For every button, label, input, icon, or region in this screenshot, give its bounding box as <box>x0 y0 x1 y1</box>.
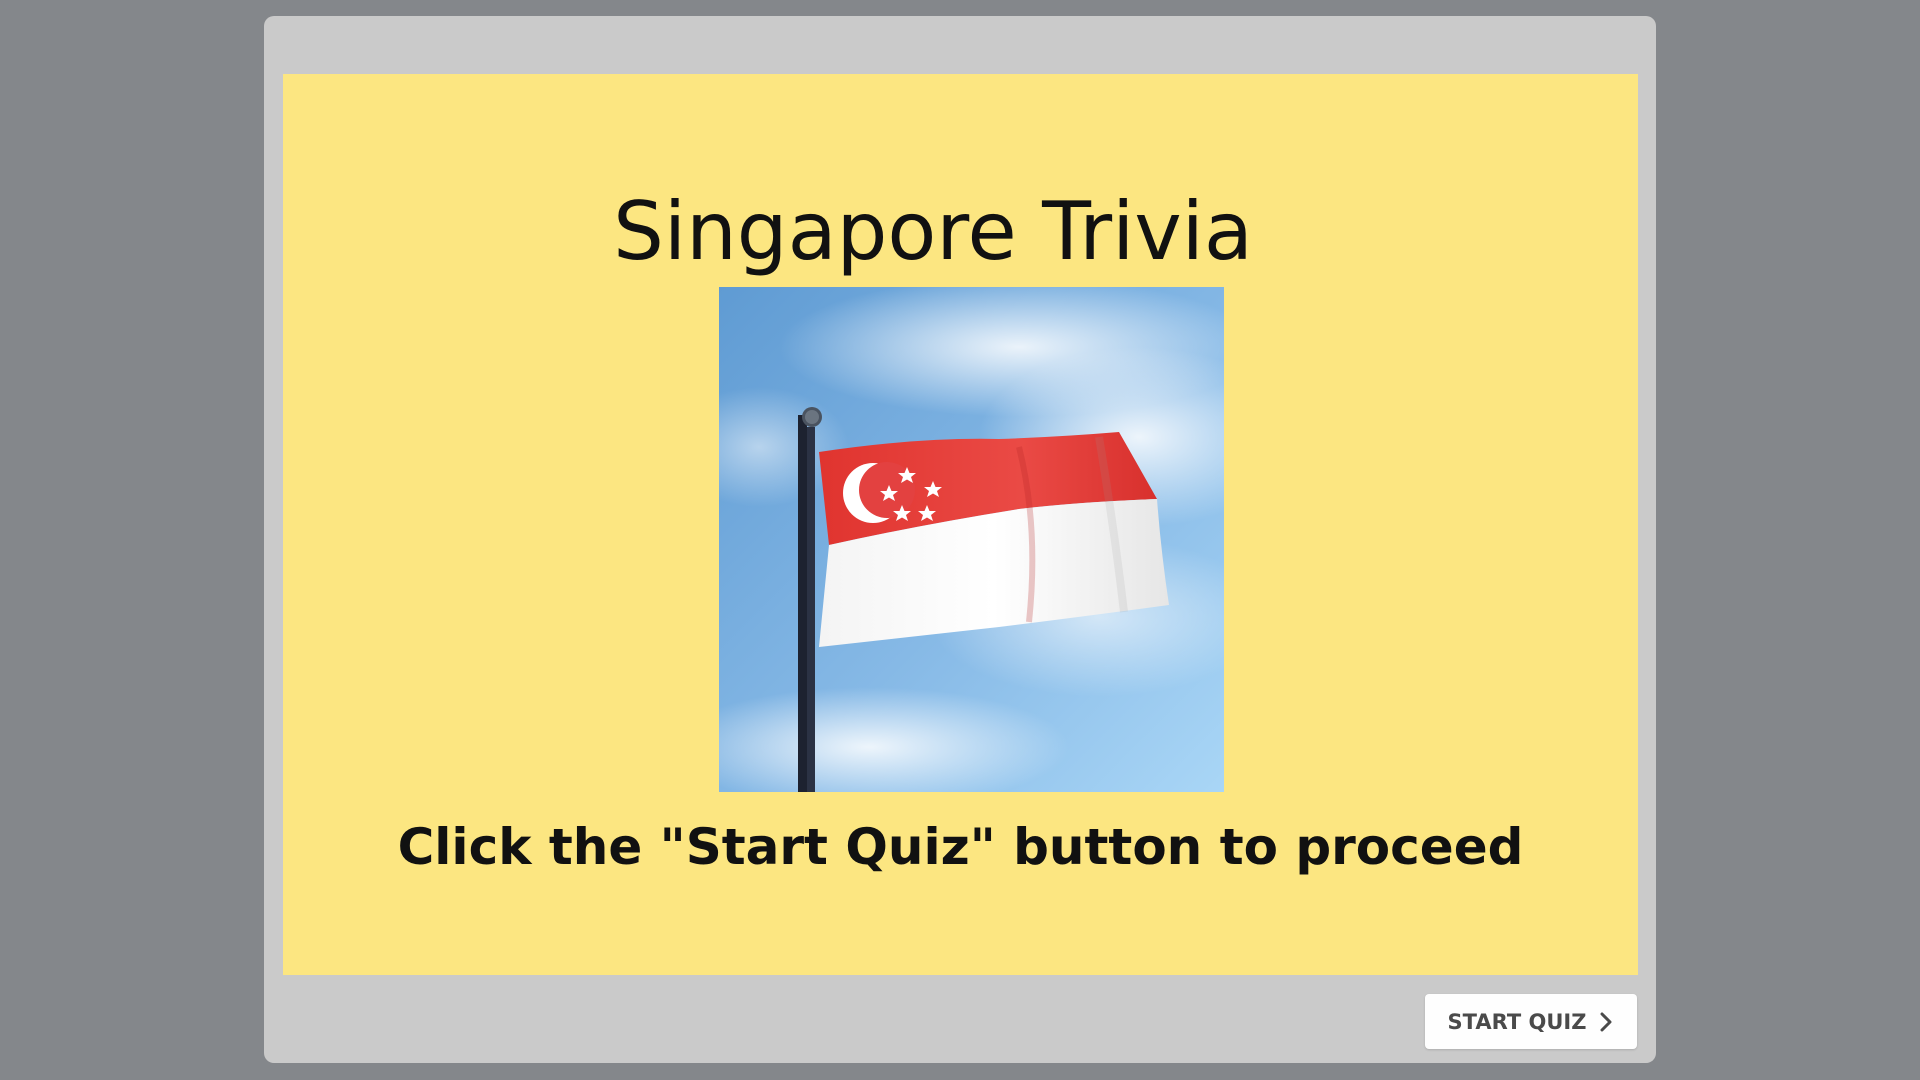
chevron-right-icon <box>1598 1011 1614 1033</box>
singapore-flag-image <box>719 287 1224 792</box>
quiz-player: Singapore Trivia Click the "Start Quiz" … <box>264 16 1656 1063</box>
instruction-text: Click the "Start Quiz" button to proceed <box>397 818 1524 876</box>
start-quiz-label: START QUIZ <box>1447 1009 1587 1034</box>
start-quiz-button[interactable]: START QUIZ <box>1425 994 1637 1049</box>
slide-title: Singapore Trivia <box>613 185 1253 278</box>
title-slide: Singapore Trivia Click the "Start Quiz" … <box>283 74 1638 975</box>
